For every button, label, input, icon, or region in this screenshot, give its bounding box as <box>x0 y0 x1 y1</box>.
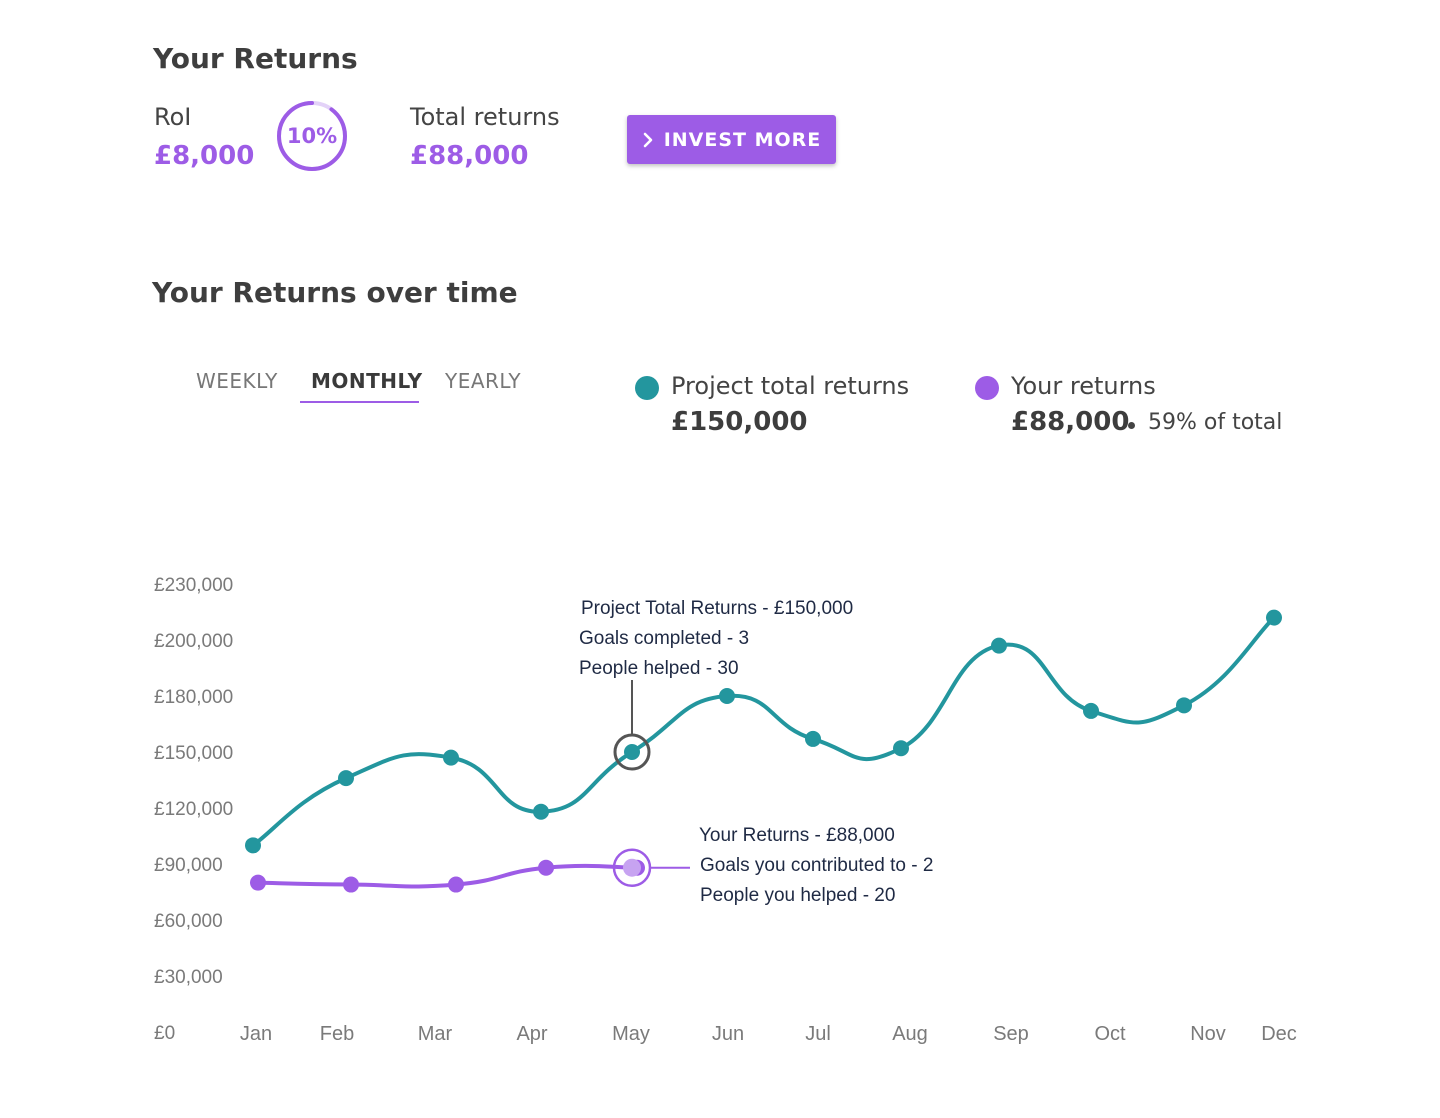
data-point[interactable] <box>719 688 735 704</box>
data-point[interactable] <box>805 730 821 747</box>
x-tick-label: Nov <box>1190 1023 1226 1045</box>
y-tick-label: £230,000 <box>154 575 233 596</box>
y-tick-label: £120,000 <box>154 799 233 820</box>
y-tick-label: £150,000 <box>154 743 233 764</box>
highlight-point <box>623 858 641 877</box>
series-points <box>245 609 1282 893</box>
annotation-text: People you helped - 20 <box>700 885 895 906</box>
x-axis: Jan Feb Mar Apr May Jun Jul Aug Sep Oct Nov Dec <box>240 1023 1297 1045</box>
annotation-text: People helped - 30 <box>579 658 739 679</box>
data-point[interactable] <box>443 749 459 766</box>
annotation-text: Project Total Returns - £150,000 <box>581 598 853 619</box>
y-tick-label: £60,000 <box>154 911 223 932</box>
data-point[interactable] <box>538 859 554 876</box>
data-point[interactable] <box>533 803 549 820</box>
x-tick-label: Feb <box>320 1023 354 1045</box>
x-tick-label: Aug <box>892 1023 928 1045</box>
annotation-text: Your Returns - £88,000 <box>699 825 895 846</box>
x-tick-label: Jul <box>805 1023 831 1045</box>
series-line <box>251 615 1276 848</box>
annotation-text: Goals you contributed to - 2 <box>700 855 933 876</box>
returns-line-chart: £0 £30,000 £60,000 £90,000 £120,000 £150,000 £… <box>154 575 1297 1045</box>
x-tick-label: Jun <box>712 1023 744 1045</box>
data-point[interactable] <box>624 744 640 760</box>
data-point[interactable] <box>448 876 464 893</box>
series-line <box>256 863 639 889</box>
data-point[interactable] <box>343 876 359 893</box>
x-tick-label: Sep <box>993 1023 1029 1045</box>
x-tick-label: Oct <box>1094 1023 1126 1045</box>
y-axis: £0 £30,000 £60,000 £90,000 £120,000 £150,000 £… <box>154 575 233 1044</box>
x-tick-label: Dec <box>1261 1023 1297 1045</box>
x-tick-label: May <box>612 1023 650 1045</box>
y-tick-label: £200,000 <box>154 631 233 652</box>
y-tick-label: £0 <box>154 1023 175 1044</box>
annotation-text: Goals completed - 3 <box>579 628 749 649</box>
data-point[interactable] <box>1176 697 1192 714</box>
y-tick-label: £180,000 <box>154 687 233 708</box>
series-lines <box>251 615 1276 889</box>
data-point[interactable] <box>1083 702 1099 719</box>
data-point[interactable] <box>250 874 266 891</box>
data-point[interactable] <box>338 770 354 787</box>
y-tick-label: £90,000 <box>154 855 223 876</box>
x-tick-label: Jan <box>240 1023 272 1045</box>
data-point[interactable] <box>893 740 909 757</box>
data-point[interactable] <box>991 637 1007 654</box>
data-point[interactable] <box>1266 609 1282 626</box>
x-tick-label: Apr <box>516 1023 547 1045</box>
x-tick-label: Mar <box>418 1023 453 1045</box>
y-tick-label: £30,000 <box>154 967 223 988</box>
data-point[interactable] <box>245 837 261 854</box>
